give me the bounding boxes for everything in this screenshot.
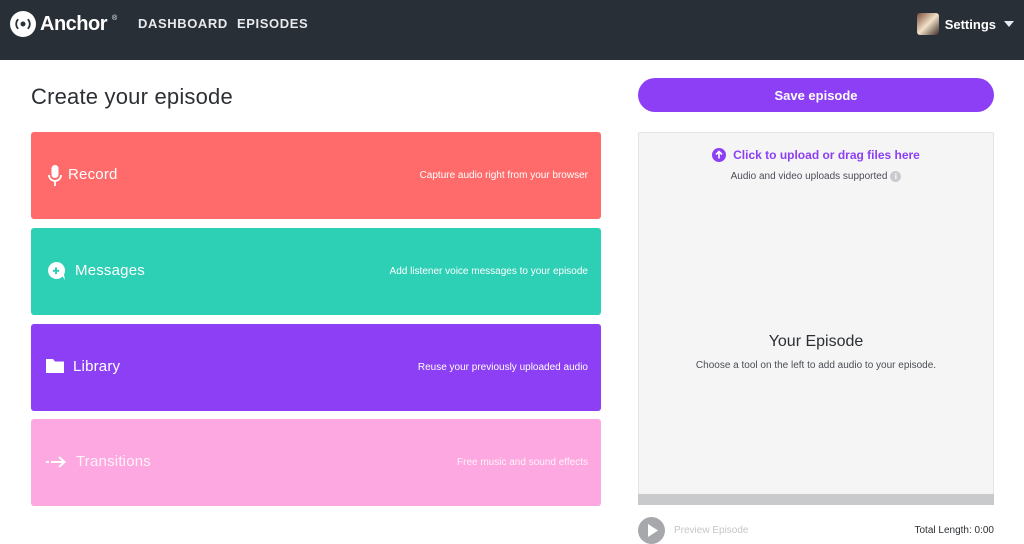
anchor-logo-icon	[10, 11, 36, 37]
settings-label: Settings	[944, 16, 996, 32]
tool-messages-description: Add listener voice messages to your epis…	[389, 266, 588, 277]
episode-title: Your Episode	[768, 333, 864, 350]
upload-icon	[712, 148, 727, 162]
tool-library-description: Reuse your previously uploaded audio	[417, 362, 588, 373]
tool-messages-label: Messages	[75, 262, 145, 279]
brand-name: Anchor	[40, 12, 108, 35]
episode-hint: Choose a tool on the left to add audio t…	[695, 360, 937, 371]
tool-transitions-description: Free music and sound effects	[457, 457, 588, 468]
nav-dashboard[interactable]: DASHBOARD	[138, 16, 228, 31]
preview-episode-label: Preview Episode	[674, 525, 749, 536]
tool-record-label: Record	[68, 166, 118, 183]
upload-note: Audio and video uploads supported i	[639, 171, 993, 182]
avatar	[916, 13, 939, 35]
caret-down-icon	[1004, 21, 1014, 27]
upload-note-text: Audio and video uploads supported	[730, 171, 888, 182]
tool-library[interactable]: Library Reuse your previously uploaded a…	[31, 324, 601, 411]
episode-timeline-bar	[638, 494, 994, 505]
save-episode-button[interactable]: Save episode	[638, 78, 994, 112]
microphone-icon	[45, 164, 67, 186]
upload-link[interactable]: Click to upload or drag files here	[639, 148, 993, 162]
settings-menu[interactable]: Settings	[916, 12, 1014, 36]
play-preview-button[interactable]	[638, 517, 665, 544]
total-length: Total Length: 0:00	[914, 525, 994, 536]
tool-record-description: Capture audio right from your browser	[419, 170, 588, 181]
play-icon	[648, 524, 658, 537]
info-icon[interactable]: i	[890, 171, 902, 182]
page-title: Create your episode	[31, 84, 233, 109]
tool-messages[interactable]: Messages Add listener voice messages to …	[31, 228, 601, 315]
episode-panel[interactable]: Click to upload or drag files here Audio…	[638, 132, 994, 505]
tool-transitions[interactable]: Transitions Free music and sound effects	[31, 419, 601, 506]
top-nav-bar: Anchor ® DASHBOARD EPISODES Settings	[0, 0, 1024, 60]
tool-record[interactable]: Record Capture audio right from your bro…	[31, 132, 601, 219]
tool-transitions-label: Transitions	[76, 453, 152, 470]
upload-link-label: Click to upload or drag files here	[733, 148, 920, 162]
arrow-right-icon	[45, 451, 67, 473]
nav-episodes[interactable]: EPISODES	[237, 16, 308, 31]
folder-icon	[45, 356, 67, 378]
brand-registered-mark: ®	[112, 14, 118, 22]
tool-library-label: Library	[73, 358, 121, 375]
anchor-logo-link[interactable]: Anchor ®	[10, 10, 117, 38]
message-bubble-icon	[45, 260, 67, 282]
